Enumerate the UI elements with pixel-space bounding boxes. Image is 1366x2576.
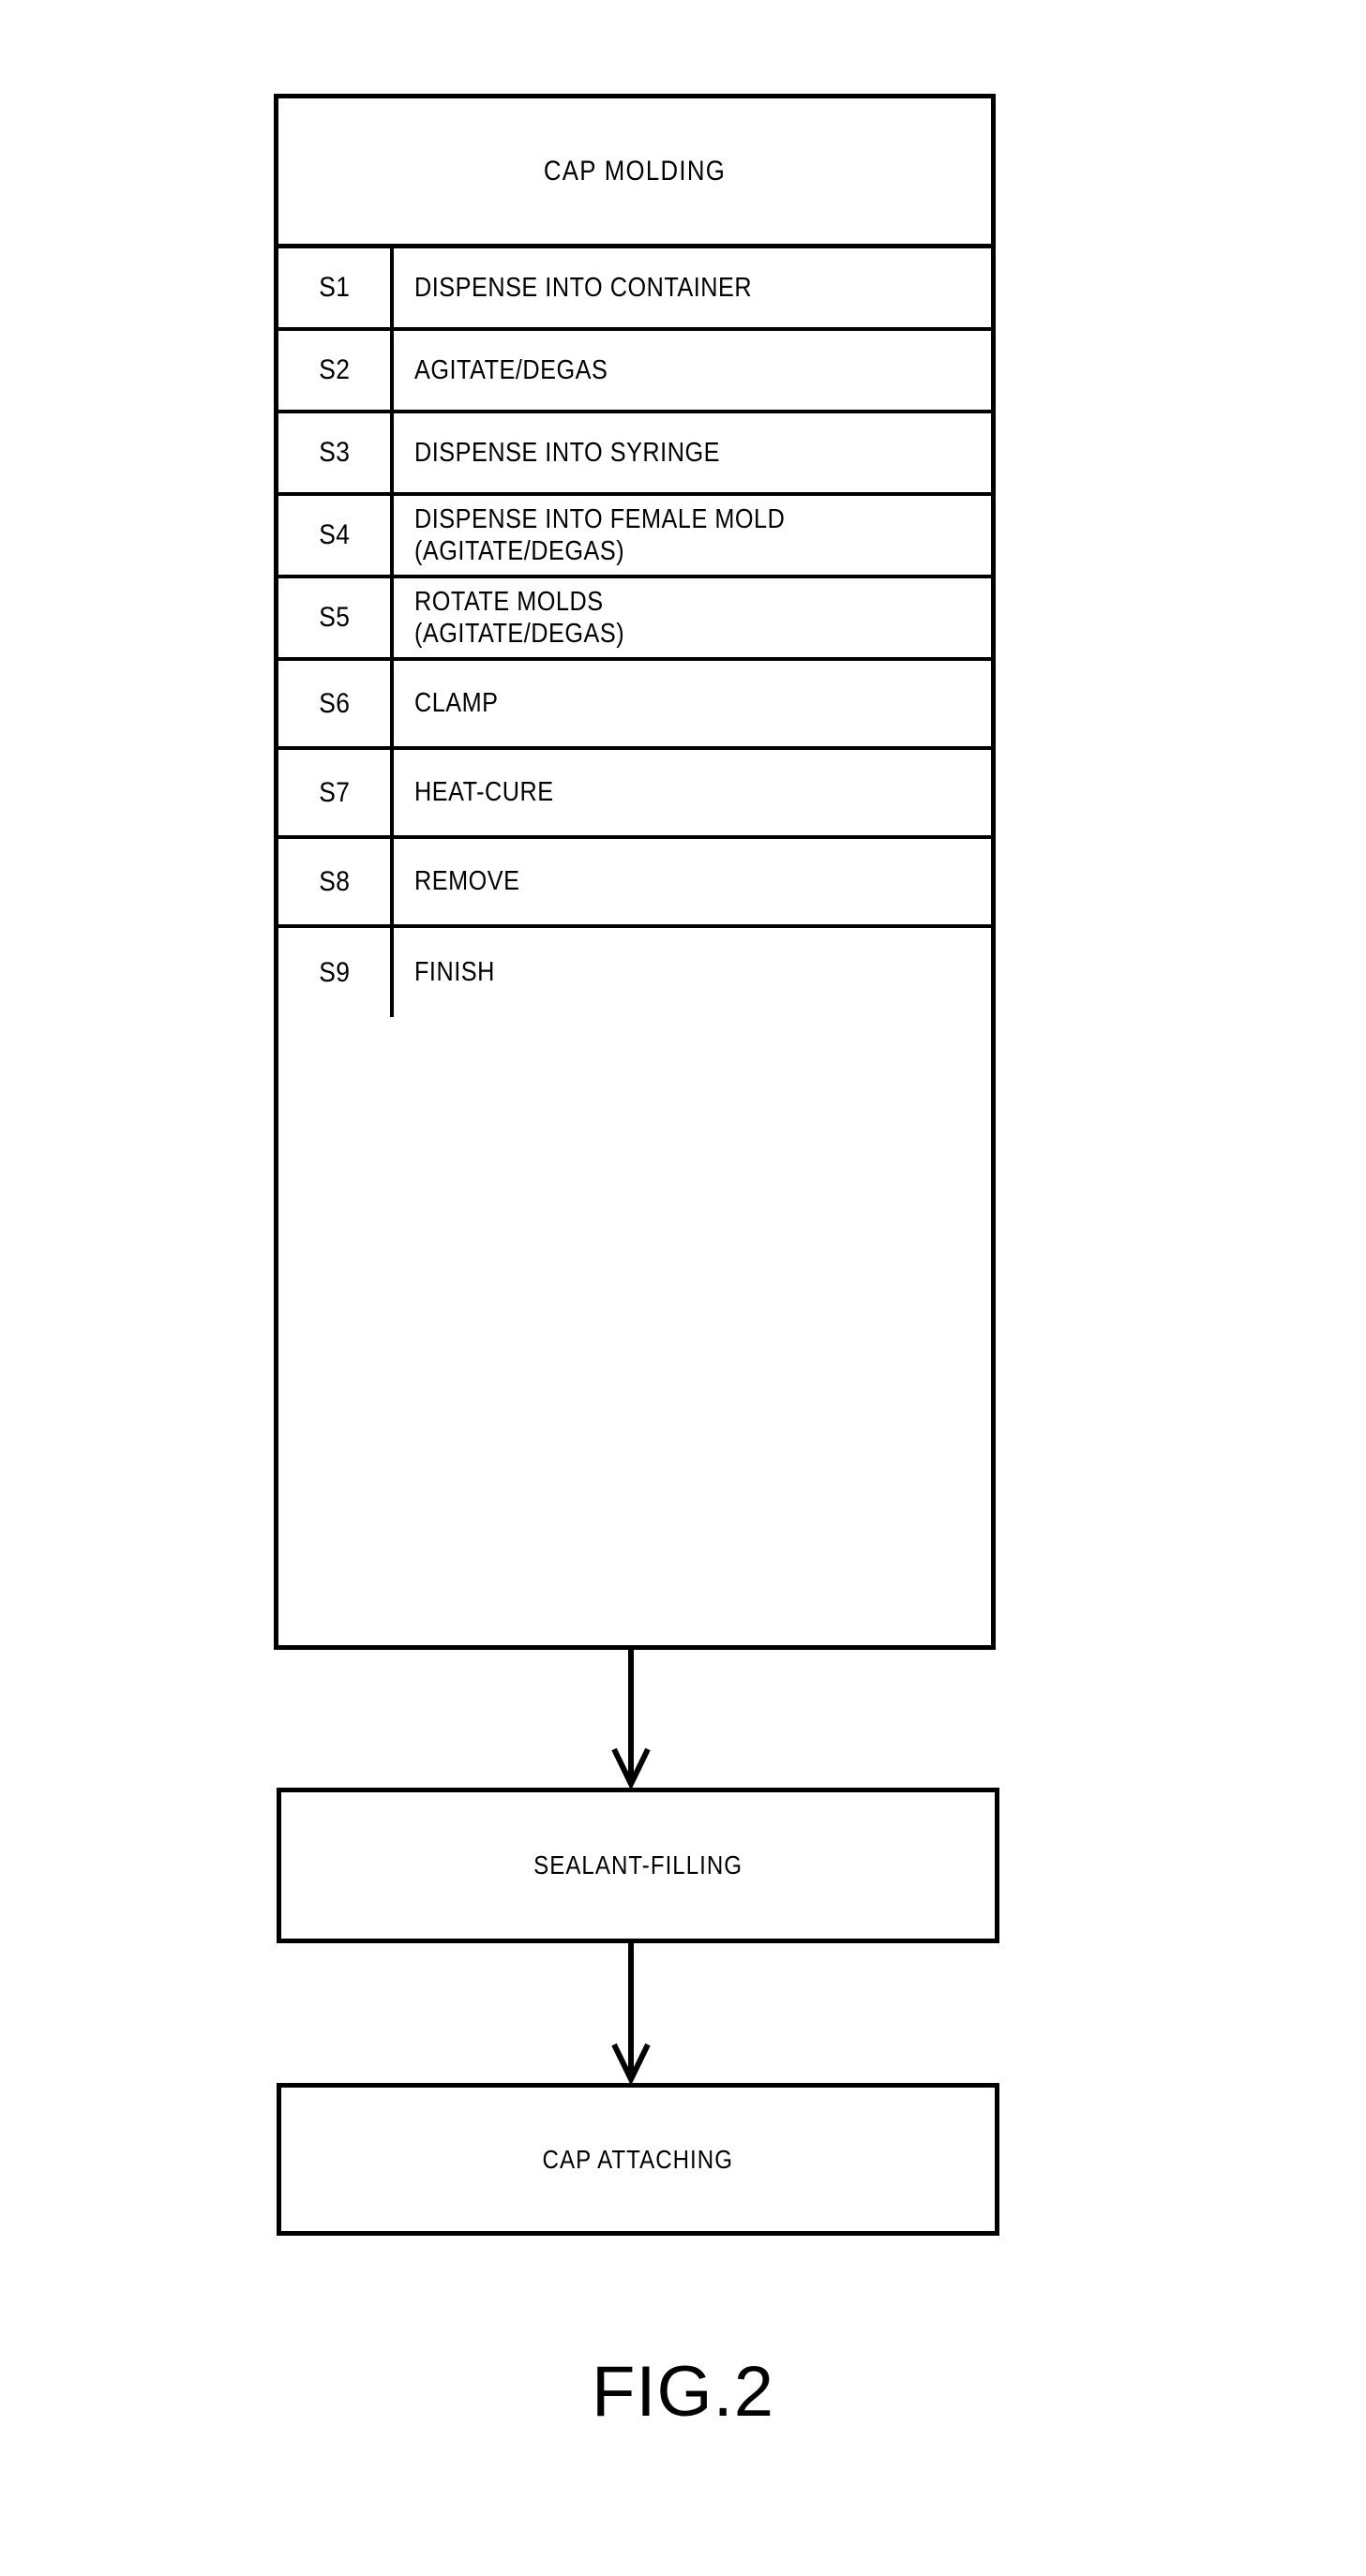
cap-attaching-label: CAP ATTACHING (542, 2144, 734, 2174)
cap-attaching-box: CAP ATTACHING (277, 2083, 999, 2236)
figure-caption: FIG.2 (591, 2352, 775, 2432)
patent-figure: CAP MOLDING S1 DISPENSE INTO CONTAINER S… (0, 0, 1366, 2576)
